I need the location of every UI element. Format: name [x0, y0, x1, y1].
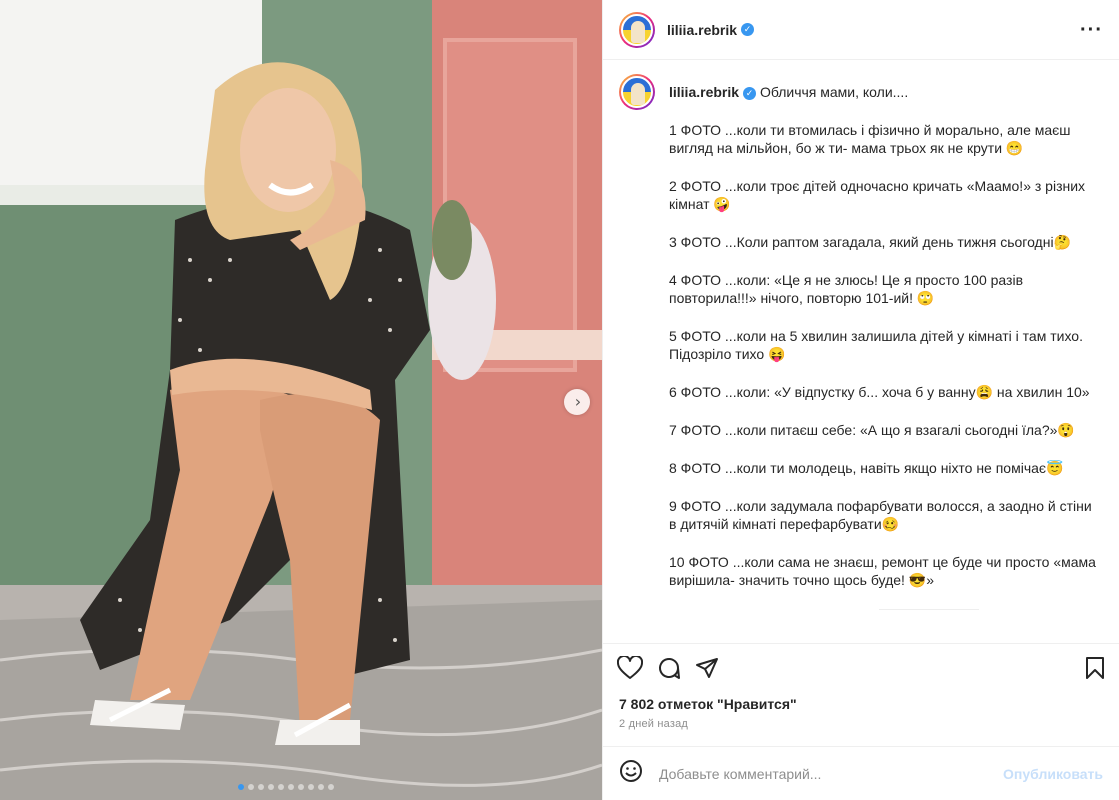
chevron-right-icon: ›: [574, 392, 582, 411]
post-side-panel: liliia.rebrik ✓ ··· liliia.rebrik ✓ Облич…: [602, 0, 1119, 800]
caption-paragraph: 6 ФОТО ...коли: «У відпустку б... хоча б…: [669, 384, 1090, 400]
verified-badge-icon: ✓: [741, 23, 755, 36]
post-header: liliia.rebrik ✓ ···: [603, 0, 1119, 60]
comment-input[interactable]: [659, 765, 1004, 782]
avatar-image: [621, 13, 653, 46]
scroll-fade: [879, 609, 979, 623]
post-actions: 7 802 отметок "Нравится" 2 дней назад: [603, 643, 1119, 746]
carousel-dot: [298, 784, 304, 790]
bookmark-icon[interactable]: [1085, 656, 1105, 680]
likes-count[interactable]: 7 802 отметок "Нравится": [603, 692, 1119, 716]
caption-paragraph: 8 ФОТО ...коли ти молодець, навіть якщо …: [669, 460, 1064, 476]
caption-paragraph: 2 ФОТО ...коли троє дітей одночасно крич…: [669, 178, 1086, 212]
instagram-post-view: › liliia.rebrik ✓ ··· liliia.rebrik ✓ Обл…: [0, 0, 1119, 800]
avatar-image: [621, 76, 653, 108]
comments-section[interactable]: liliia.rebrik ✓ Обличчя мами, коли.... 1 …: [603, 60, 1119, 643]
carousel-dot: [278, 784, 284, 790]
paper-plane-icon[interactable]: [695, 656, 719, 680]
caption-paragraph: 7 ФОТО ...коли питаєш себе: «А що я взаг…: [669, 422, 1075, 438]
caption-paragraphs: 1 ФОТО ...коли ти втомилась і фізично й …: [669, 121, 1103, 589]
caption-paragraph: 4 ФОТО ...коли: «Це я не злюсь! Це я про…: [669, 272, 1024, 306]
caption-paragraph: 5 ФОТО ...коли на 5 хвилин залишила діте…: [669, 328, 1083, 362]
carousel-dot: [288, 784, 294, 790]
caption-body: liliia.rebrik ✓ Обличчя мами, коли.... 1 …: [669, 74, 1103, 623]
post-media[interactable]: ›: [0, 0, 602, 800]
avatar[interactable]: [619, 74, 655, 110]
caption-paragraph: 9 ФОТО ...коли задумала пофарбувати воло…: [669, 498, 1092, 532]
caption-title: Обличчя мами, коли....: [759, 84, 909, 100]
caption-paragraph: 3 ФОТО ...Коли раптом загадала, який ден…: [669, 234, 1071, 250]
author-username[interactable]: liliia.rebrik: [667, 22, 737, 38]
carousel-dot: [268, 784, 274, 790]
carousel-dot: [308, 784, 314, 790]
carousel-dot: [318, 784, 324, 790]
caption-first-line: liliia.rebrik ✓ Обличчя мами, коли....: [669, 83, 1103, 101]
more-options-icon[interactable]: ···: [1080, 20, 1103, 40]
carousel-dot: [248, 784, 254, 790]
action-icons: [603, 644, 1119, 692]
add-comment-bar: Опубликовать: [603, 746, 1119, 800]
carousel-dot: [328, 784, 334, 790]
post-photo: [0, 0, 602, 800]
carousel-dot: [238, 784, 244, 790]
caption-paragraph: 10 ФОТО ...коли сама не знаєш, ремонт це…: [669, 554, 1096, 588]
emoji-icon[interactable]: [619, 759, 643, 788]
carousel-indicator: [238, 784, 334, 790]
next-slide-button[interactable]: ›: [564, 389, 590, 415]
heart-icon[interactable]: [617, 656, 643, 680]
caption-username[interactable]: liliia.rebrik: [669, 84, 739, 100]
publish-button[interactable]: Опубликовать: [1003, 766, 1103, 782]
carousel-dot: [258, 784, 264, 790]
comment-icon[interactable]: [657, 656, 681, 680]
avatar[interactable]: [619, 11, 655, 48]
caption-paragraph: 1 ФОТО ...коли ти втомилась і фізично й …: [669, 122, 1071, 156]
post-timestamp[interactable]: 2 дней назад: [603, 716, 1119, 746]
verified-badge-icon: ✓: [743, 86, 757, 100]
caption: liliia.rebrik ✓ Обличчя мами, коли.... 1 …: [619, 74, 1103, 623]
